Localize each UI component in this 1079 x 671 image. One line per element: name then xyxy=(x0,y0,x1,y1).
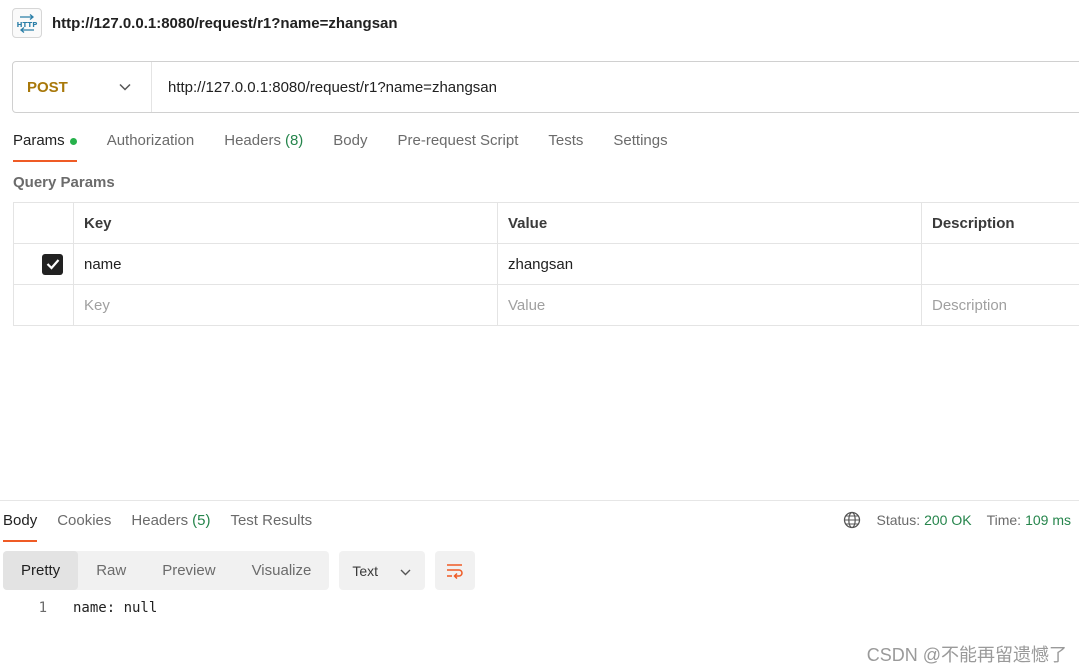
response-tab-test-results[interactable]: Test Results xyxy=(230,504,312,542)
tab-tests[interactable]: Tests xyxy=(548,124,583,162)
new-key-input[interactable]: Key xyxy=(73,284,498,326)
globe-icon[interactable] xyxy=(843,511,861,529)
http-icon: HTTP xyxy=(12,8,42,38)
response-status-bar: Status: 200 OK Time: 109 ms xyxy=(843,511,1071,529)
response-tab-headers-count: (5) xyxy=(192,512,211,529)
table-row: name zhangsan xyxy=(13,243,1079,285)
tab-headers[interactable]: Headers (8) xyxy=(224,124,303,162)
response-body-line: 1 name: null xyxy=(0,598,158,618)
response-tab-test-results-label: Test Results xyxy=(230,512,313,529)
time-value[interactable]: 109 ms xyxy=(1025,512,1071,528)
wrap-lines-button[interactable] xyxy=(435,551,476,590)
tab-pre-request-script[interactable]: Pre-request Script xyxy=(398,124,519,162)
tab-settings[interactable]: Settings xyxy=(613,124,667,162)
row-checkbox-cell xyxy=(13,243,74,285)
response-tab-cookies-label: Cookies xyxy=(57,512,112,529)
param-value-cell[interactable]: zhangsan xyxy=(497,243,922,285)
response-tabs: Body Cookies Headers (5) Test Results xyxy=(3,504,332,542)
empty-checkbox-cell xyxy=(13,284,74,326)
method-label: POST xyxy=(27,78,68,96)
view-pretty-button[interactable]: Pretty xyxy=(3,551,79,590)
url-input[interactable]: http://127.0.0.1:8080/request/r1?name=zh… xyxy=(152,79,497,96)
header-checkbox-cell xyxy=(13,202,74,244)
new-value-input[interactable]: Value xyxy=(497,284,922,326)
params-indicator-dot xyxy=(69,138,77,145)
tab-authorization[interactable]: Authorization xyxy=(107,124,195,162)
query-params-table: Key Value Description name zhangsan Key … xyxy=(13,202,1079,326)
format-select[interactable]: Text xyxy=(339,551,426,590)
tab-tests-label: Tests xyxy=(548,132,584,149)
view-visualize-button[interactable]: Visualize xyxy=(234,551,330,590)
response-body-text[interactable]: name: null xyxy=(73,600,157,616)
query-params-title: Query Params xyxy=(13,174,115,191)
tab-headers-count: (8) xyxy=(284,132,304,149)
method-select[interactable]: POST xyxy=(13,62,152,112)
request-title[interactable]: http://127.0.0.1:8080/request/r1?name=zh… xyxy=(52,15,398,32)
tab-headers-label: Headers xyxy=(224,132,281,149)
tab-pre-request-script-label: Pre-request Script xyxy=(397,132,519,149)
param-checkbox[interactable] xyxy=(42,253,63,275)
status-value[interactable]: 200 OK xyxy=(924,512,971,528)
url-bar: POST http://127.0.0.1:8080/request/r1?na… xyxy=(12,61,1079,113)
format-label: Text xyxy=(352,562,379,579)
header-description: Description xyxy=(921,202,1079,244)
tab-authorization-label: Authorization xyxy=(106,132,195,149)
request-tabs: Params Authorization Headers (8) Body Pr… xyxy=(13,124,698,162)
response-view-toolbar: Pretty Raw Preview Visualize Text xyxy=(3,551,476,590)
table-row-empty: Key Value Description xyxy=(13,284,1079,326)
status-label: Status: xyxy=(876,512,921,528)
view-raw-button[interactable]: Raw xyxy=(78,551,144,590)
view-preview-button[interactable]: Preview xyxy=(144,551,233,590)
header-value: Value xyxy=(497,202,922,244)
time-label: Time: xyxy=(986,512,1022,528)
response-tab-body[interactable]: Body xyxy=(3,504,38,542)
tab-params[interactable]: Params xyxy=(13,124,77,162)
response-divider xyxy=(0,500,1079,501)
tab-body-label: Body xyxy=(333,132,368,149)
new-description-input[interactable]: Description xyxy=(921,284,1079,326)
line-number: 1 xyxy=(38,600,47,616)
chevron-down-icon xyxy=(400,563,411,579)
svg-text:HTTP: HTTP xyxy=(17,21,38,29)
response-tab-headers[interactable]: Headers (5) xyxy=(131,504,210,542)
response-tab-cookies[interactable]: Cookies xyxy=(57,504,111,542)
param-description-cell[interactable] xyxy=(921,243,1079,285)
wrap-lines-icon xyxy=(447,563,464,579)
watermark: CSDN @不能再留遗憾了 xyxy=(866,645,1067,665)
header-key: Key xyxy=(73,202,498,244)
view-mode-segmented: Pretty Raw Preview Visualize xyxy=(3,551,330,590)
table-header-row: Key Value Description xyxy=(13,202,1079,244)
tab-settings-label: Settings xyxy=(613,132,668,149)
chevron-down-icon xyxy=(119,78,131,96)
title-bar: HTTP http://127.0.0.1:8080/request/r1?na… xyxy=(12,8,398,38)
tab-body[interactable]: Body xyxy=(333,124,367,162)
response-tab-headers-label: Headers xyxy=(131,512,189,529)
check-icon xyxy=(46,259,59,270)
tab-params-label: Params xyxy=(13,132,65,149)
param-key-cell[interactable]: name xyxy=(73,243,498,285)
response-tab-body-label: Body xyxy=(3,512,38,529)
